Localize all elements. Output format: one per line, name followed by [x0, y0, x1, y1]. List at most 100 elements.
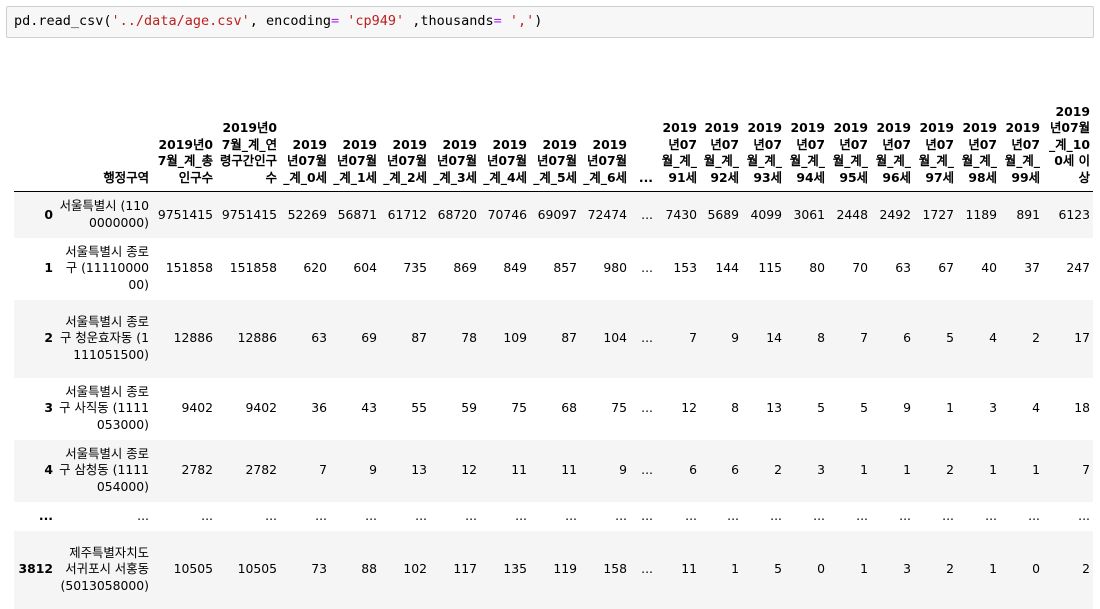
table-cell: 5	[774, 561, 782, 577]
table-cell: 43	[361, 400, 377, 416]
table-cell: 37	[1024, 260, 1040, 276]
table-cell: 735	[403, 260, 427, 276]
table-cell: 3061	[793, 206, 825, 222]
table-cell: 6123	[1058, 206, 1090, 222]
table-cell: 70	[852, 260, 868, 276]
index-column-header	[14, 60, 56, 192]
table-cell: ...	[685, 507, 697, 523]
table-cell: 9	[619, 462, 627, 478]
column-header: 2019년07월_계_99세	[1000, 60, 1043, 192]
table-cell: 1727	[922, 206, 954, 222]
code-cell-input[interactable]: pd.read_csv('../data/age.csv', encoding=…	[6, 6, 1094, 38]
table-cell: 4099	[750, 206, 782, 222]
table-cell: ...	[1028, 507, 1040, 523]
column-header: 2019년07월_계_95세	[828, 60, 871, 192]
column-header: 2019년07월_계_93세	[742, 60, 785, 192]
table-cell: 0	[1032, 561, 1040, 577]
table-cell: 68	[561, 400, 577, 416]
table-cell: 620	[303, 260, 327, 276]
column-header: 행정구역	[56, 60, 152, 192]
table-cell: 14	[766, 330, 782, 346]
table-cell: 55	[411, 400, 427, 416]
code-path-string: '../data/age.csv'	[111, 13, 250, 29]
table-cell: 73	[311, 561, 327, 577]
table-cell: 2	[946, 561, 954, 577]
table-cell: ...	[641, 462, 653, 478]
table-cell: 2	[1082, 561, 1090, 577]
row-index: 2	[44, 330, 53, 346]
table-cell: 117	[453, 561, 477, 577]
table-cell: 2782	[245, 462, 277, 478]
table-cell: 0	[817, 561, 825, 577]
table-cell: 2782	[181, 462, 213, 478]
table-cell: 18	[1074, 400, 1090, 416]
column-header: 2019년07월_계_4세	[480, 60, 530, 192]
table-cell: 869	[453, 260, 477, 276]
row-index: 3812	[18, 561, 54, 577]
code-encoding-string: 'cp949'	[339, 13, 405, 29]
table-cell: 10505	[237, 561, 277, 577]
table-cell: 5689	[707, 206, 739, 222]
code-equals-2: =	[493, 13, 502, 29]
column-header: 2019년07월_계_100세 이상	[1043, 60, 1093, 192]
table-cell: 144	[715, 260, 739, 276]
table-cell: ...	[415, 507, 427, 523]
table-cell: ...	[201, 507, 213, 523]
table-cell: 13	[411, 462, 427, 478]
table-cell: 9751415	[221, 206, 277, 222]
column-header: 2019년07월_계_연령구간인구수	[216, 60, 280, 192]
table-cell: 5	[946, 330, 954, 346]
table-cell: 4	[989, 330, 997, 346]
table-cell: ...	[315, 507, 327, 523]
table-cell: ...	[365, 507, 377, 523]
table-cell: 13	[766, 400, 782, 416]
column-header: 2019년07월_계_96세	[871, 60, 914, 192]
table-cell: 87	[411, 330, 427, 346]
table-cell: 1	[1032, 462, 1040, 478]
table-cell: 7430	[665, 206, 697, 222]
table-cell: 6	[689, 462, 697, 478]
table-cell: ...	[770, 507, 782, 523]
column-header: ...	[630, 60, 656, 192]
table-cell: 61712	[387, 206, 427, 222]
table-row: 4 서울특별시 종로구 삼청동 (1111054000) 2782 2782 7 9 13 1…	[14, 439, 1093, 502]
table-cell: 104	[603, 330, 627, 346]
table-cell: 78	[461, 330, 477, 346]
table-cell: ...	[565, 507, 577, 523]
table-cell: ...	[641, 507, 653, 523]
table-cell: ...	[515, 507, 527, 523]
row-index: ...	[38, 507, 53, 523]
column-header: 2019년07월_계_97세	[914, 60, 957, 192]
table-cell: ...	[615, 507, 627, 523]
table-cell: 109	[503, 330, 527, 346]
column-header: 2019년07월_계_92세	[700, 60, 742, 192]
row-index: 4	[44, 462, 53, 478]
column-header: 2019년07월_계_2세	[380, 60, 430, 192]
table-cell: 5	[817, 400, 825, 416]
row-index: 0	[44, 206, 53, 222]
table-cell: 119	[553, 561, 577, 577]
table-cell: 891	[1016, 206, 1040, 222]
table-cell: ...	[985, 507, 997, 523]
table-cell: 59	[461, 400, 477, 416]
table-cell: 69097	[537, 206, 577, 222]
table-cell: ...	[641, 561, 653, 577]
table-cell: 9	[369, 462, 377, 478]
table-cell: 604	[353, 260, 377, 276]
region-cell: 서울특별시 종로구 사직동 (1111053000)	[59, 383, 149, 432]
table-cell: 1	[946, 400, 954, 416]
code-text-thousands-arg: ,thousands	[404, 13, 494, 29]
table-row: 3 서울특별시 종로구 사직동 (1111053000) 9402 9402 36 43 5…	[14, 378, 1093, 440]
table-cell: 10505	[173, 561, 213, 577]
table-cell: 3	[817, 462, 825, 478]
region-cell: 서울특별시 종로구 삼청동 (1111054000)	[59, 445, 149, 494]
region-cell: 제주특별자치도 서귀포시 서홍동 (5013058000)	[60, 544, 149, 593]
table-cell: 12886	[237, 330, 277, 346]
table-cell: 75	[511, 400, 527, 416]
table-cell: 5	[860, 400, 868, 416]
table-cell: 115	[758, 260, 782, 276]
table-cell: 9751415	[157, 206, 213, 222]
table-cell: 1	[903, 462, 911, 478]
column-header: 2019년07월_계_98세	[957, 60, 1000, 192]
table-row: 0 서울특별시 (1100000000) 9751415 9751415 52269 56…	[14, 191, 1093, 238]
